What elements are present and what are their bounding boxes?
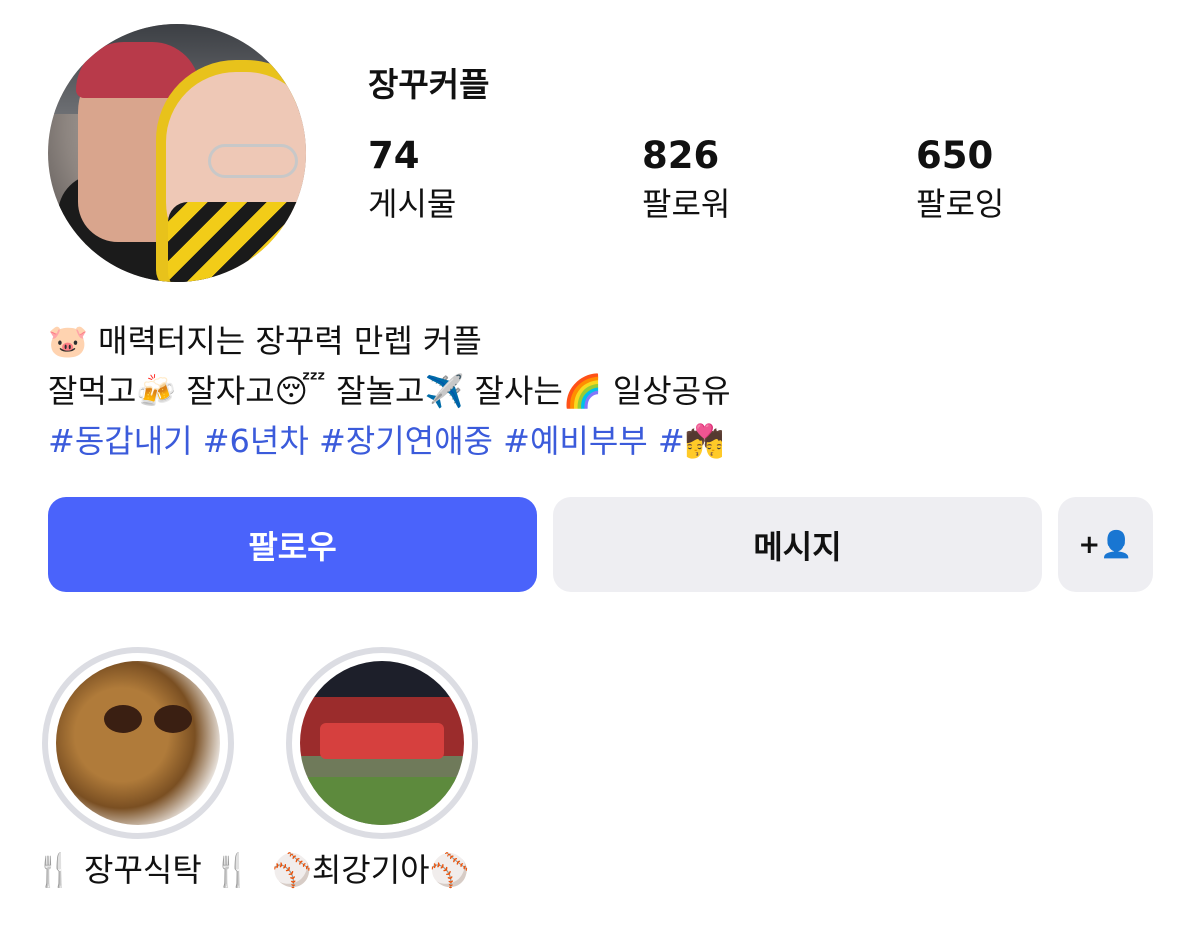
follow-button[interactable]: 팔로우 <box>48 497 537 592</box>
stat-following-label: 팔로잉 <box>916 184 1005 223</box>
stat-posts-count: 74 <box>368 134 420 177</box>
stat-following-count: 650 <box>916 134 994 177</box>
stat-followers-label: 팔로워 <box>642 184 731 223</box>
stat-followers-count: 826 <box>642 134 720 177</box>
highlight-food-image <box>56 661 220 825</box>
add-user-button[interactable]: +👤 <box>1058 497 1153 592</box>
message-button[interactable]: 메시지 <box>553 497 1042 592</box>
profile-username: 장꾸커플 <box>368 65 490 104</box>
add-user-icon: +👤 <box>1078 529 1133 560</box>
stat-following[interactable]: 650 팔로잉 <box>916 134 1005 225</box>
bio-line-2: 잘먹고🍻 잘자고😴 잘놀고✈️ 잘사는🌈 일상공유 <box>48 372 731 410</box>
highlight-baseball-image <box>300 661 464 825</box>
bio-line-1: 🐷 매력터지는 장꾸력 만렙 커플 <box>48 322 482 360</box>
highlight-food-label[interactable]: 🍴 장꾸식탁 🍴 <box>34 845 252 891</box>
bio-hashtags[interactable]: #동갑내기 #6년차 #장기연애중 #예비부부 #💏 <box>48 416 731 466</box>
stat-posts[interactable]: 74 게시물 <box>368 134 457 225</box>
highlight-baseball[interactable] <box>286 647 478 839</box>
highlight-baseball-label[interactable]: ⚾️최강기아⚾️ <box>272 845 469 891</box>
profile-bio: 🐷 매력터지는 장꾸력 만렙 커플 잘먹고🍻 잘자고😴 잘놀고✈️ 잘사는🌈 일… <box>48 316 731 466</box>
highlight-food[interactable] <box>42 647 234 839</box>
stat-posts-label: 게시물 <box>368 184 457 223</box>
profile-avatar[interactable] <box>48 24 306 282</box>
stat-followers[interactable]: 826 팔로워 <box>642 134 731 225</box>
